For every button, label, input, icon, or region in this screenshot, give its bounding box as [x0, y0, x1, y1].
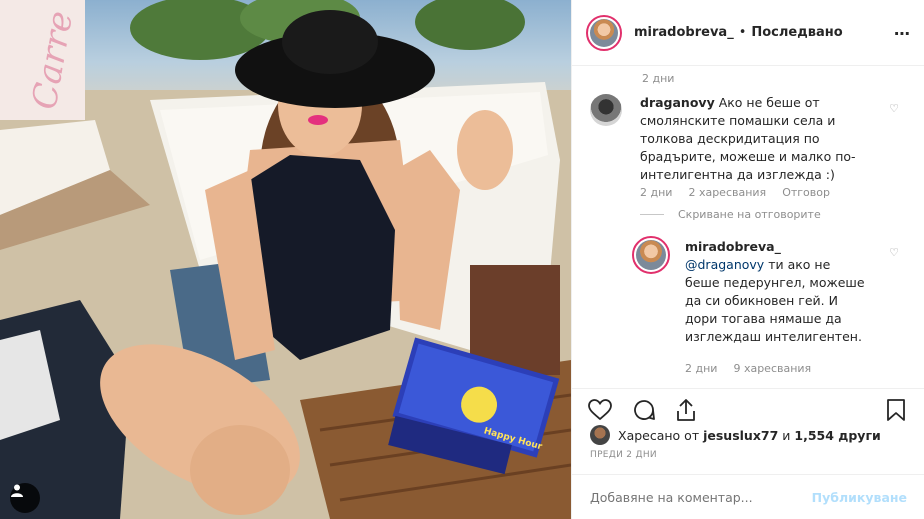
photo-scene: Carre Happy Hour: [0, 0, 571, 519]
liker-avatar[interactable]: [590, 425, 610, 445]
reply-button[interactable]: Отговор: [782, 186, 830, 199]
author-avatar[interactable]: [586, 14, 622, 51]
reply-text: miradobreva_ @draganovy ти ако не беше п…: [685, 238, 865, 346]
reply-likes[interactable]: 9 харесвания: [733, 362, 811, 375]
more-options-icon[interactable]: ⋯: [894, 24, 911, 43]
comment-like-heart-icon[interactable]: ♡: [889, 102, 899, 115]
reply-mention[interactable]: @draganovy: [685, 257, 764, 272]
comments-list: 2 дни draganovy Ако не беше от смолянски…: [572, 66, 924, 386]
caption-time: 2 дни: [642, 72, 675, 85]
reply-like-heart-icon[interactable]: ♡: [889, 246, 899, 259]
comment-meta: 2 дни 2 харесвания Отговор: [640, 186, 830, 199]
tagged-user-icon[interactable]: [10, 483, 40, 513]
liker-username[interactable]: jesuslux77: [703, 428, 778, 443]
following-button[interactable]: Последвано: [751, 25, 842, 40]
comment-likes[interactable]: 2 харесвания: [688, 186, 766, 199]
header-separator: •: [738, 25, 747, 40]
replies-divider: [640, 214, 664, 215]
publish-button[interactable]: Публикуване: [812, 490, 907, 505]
comment-input[interactable]: [590, 489, 810, 505]
hide-replies-button[interactable]: Скриване на отговорите: [640, 208, 821, 221]
reply-avatar[interactable]: [632, 236, 670, 274]
reply-meta: 2 дни 9 харесвания: [685, 362, 811, 375]
hide-replies-label: Скриване на отговорите: [678, 208, 821, 221]
comment-bubble-icon[interactable]: [630, 397, 658, 423]
author-username[interactable]: miradobreva_: [634, 25, 734, 40]
comment-username[interactable]: draganovy: [640, 95, 715, 110]
post-timestamp: ПРЕДИ 2 ДНИ: [590, 450, 657, 460]
reply-time: 2 дни: [685, 362, 718, 375]
likes-count[interactable]: 1,554 други: [794, 428, 880, 443]
comment-time: 2 дни: [640, 186, 673, 199]
liked-by: Харесано от jesuslux77 и 1,554 други: [590, 425, 881, 445]
post-photo[interactable]: Carre Happy Hour: [0, 0, 571, 519]
post-header: miradobreva_ • Последвано ⋯: [572, 0, 924, 66]
add-comment-bar: Публикуване: [572, 474, 924, 519]
post-actions: [572, 388, 924, 428]
reply-username[interactable]: miradobreva_: [685, 239, 781, 254]
bookmark-icon[interactable]: [882, 397, 910, 423]
liked-by-conjunction: и: [782, 427, 791, 443]
share-icon[interactable]: [672, 397, 700, 423]
post-side-panel: miradobreva_ • Последвано ⋯ 2 дни dragan…: [571, 0, 924, 519]
commenter-avatar[interactable]: [590, 94, 622, 126]
liked-by-prefix: Харесано от: [618, 427, 700, 443]
comment-text: draganovy Ако не беше от смолянските пом…: [640, 94, 872, 184]
like-heart-icon[interactable]: [586, 397, 614, 423]
